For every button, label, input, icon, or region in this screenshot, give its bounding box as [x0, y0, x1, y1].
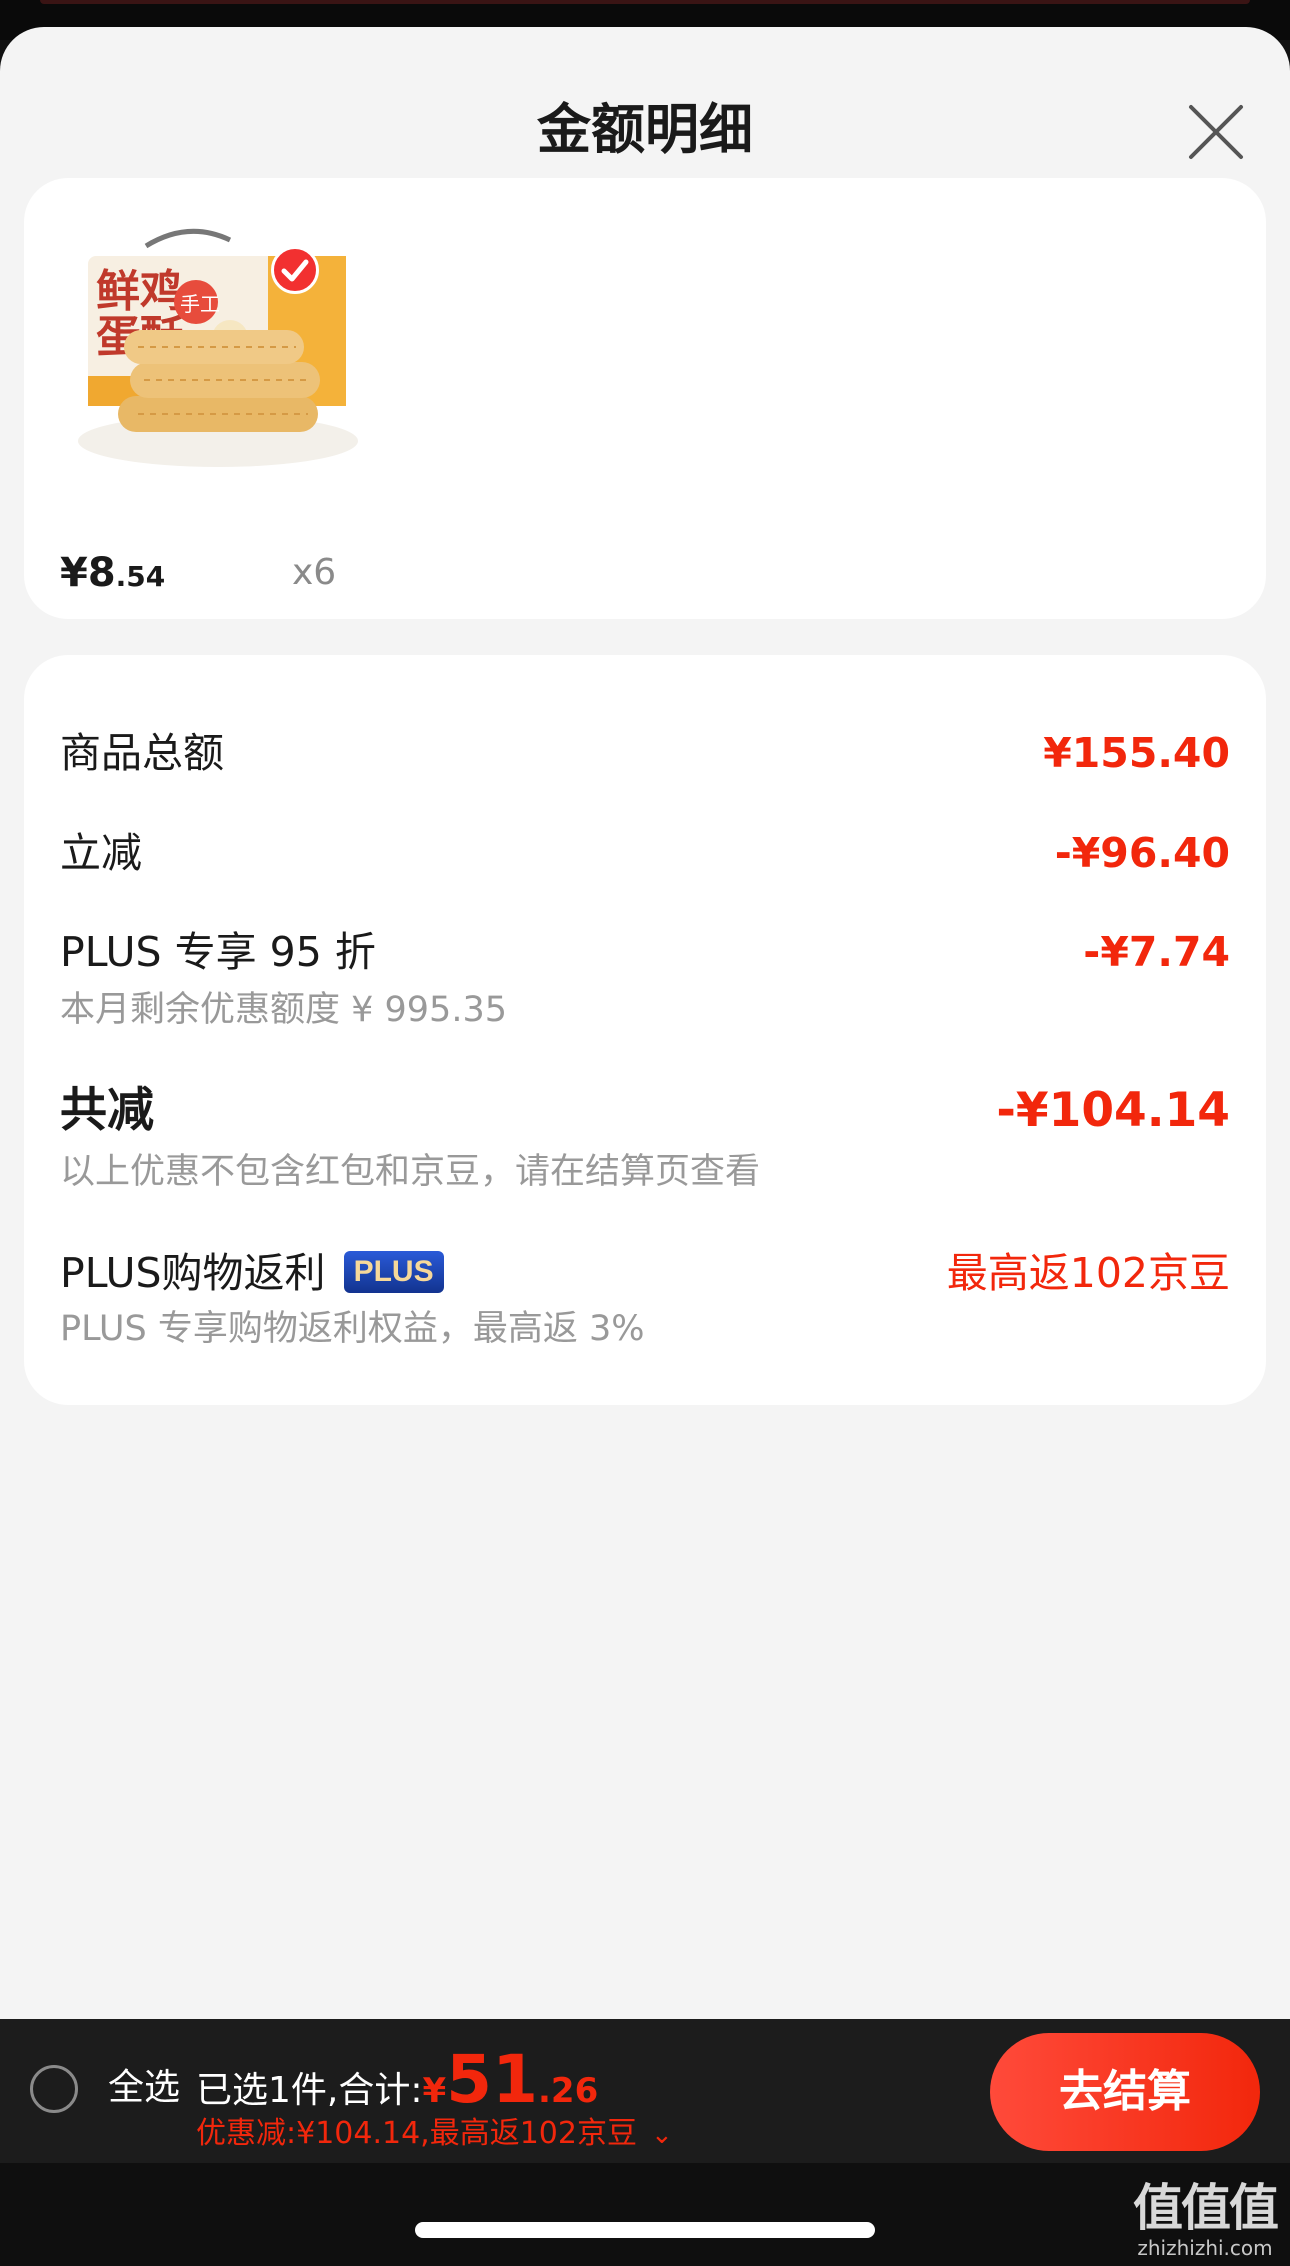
svg-text:手工: 手工 — [180, 292, 220, 316]
svg-text:鲜鸡: 鲜鸡 — [96, 266, 184, 317]
saving-summary-toggle[interactable]: 优惠减:¥104.14,最高返102京豆 ⌄ — [196, 2113, 673, 2156]
watermark-logo: 值值值 — [1133, 2179, 1279, 2237]
plus-rebate-label: PLUS购物返利 — [60, 1249, 326, 1297]
total-dec: .26 — [538, 2071, 599, 2111]
backdrop-hint-bar — [40, 0, 1250, 4]
sheet-title: 金额明细 — [537, 98, 753, 161]
close-button[interactable] — [1183, 99, 1249, 165]
checkout-bar: 全选 已选1件,合计:¥51.26 优惠减:¥104.14,最高返102京豆 ⌄ … — [0, 2019, 1290, 2163]
total-reduction-note: 以上优惠不包含红包和京豆，请在结算页查看 — [60, 1152, 761, 1192]
product-card: 鲜鸡 蛋酥 手工 ¥8.54 x6 — [24, 178, 1266, 619]
unit-price-int: ¥8 — [60, 550, 116, 596]
select-all-label[interactable]: 全选 — [108, 2063, 180, 2113]
watermark: 值值值 zhizhizhi.com — [1130, 2180, 1280, 2266]
instant-discount-value: -¥96.40 — [1054, 829, 1230, 877]
summary-prefix: 已选1件,合计: — [196, 2070, 423, 2111]
plus-rebate-value: 最高返102京豆 — [946, 1249, 1230, 1297]
goods-total-value: ¥155.40 — [1043, 729, 1230, 777]
checkmark-icon — [281, 259, 309, 282]
amount-detail-sheet: 金额明细 鲜鸡 蛋酥 手工 — [0, 27, 1290, 2019]
home-indicator — [415, 2222, 875, 2238]
amount-breakdown-card: 商品总额 ¥155.40 立减 -¥96.40 PLUS 专享 95 折 -¥7… — [24, 655, 1266, 1405]
plus-rebate-note: PLUS 专享购物返利权益，最高返 3% — [60, 1309, 645, 1349]
unit-price: ¥8.54 — [60, 548, 165, 602]
instant-discount-label: 立减 — [60, 829, 142, 877]
select-all-checkbox[interactable] — [30, 2065, 78, 2113]
close-icon — [1189, 105, 1243, 159]
plus-quota-remaining: 本月剩余优惠额度 ¥ 995.35 — [60, 990, 507, 1030]
quantity: x6 — [292, 552, 337, 593]
unit-price-cents: .54 — [115, 560, 166, 593]
total-reduction-value: -¥104.14 — [996, 1083, 1230, 1138]
selected-check-badge[interactable] — [271, 246, 319, 294]
home-indicator-area — [0, 2163, 1290, 2266]
total-reduction-label: 共减 — [60, 1083, 154, 1138]
total-int: 51 — [446, 2041, 539, 2118]
plus-rebate-label-wrap: PLUS购物返利 PLUS — [60, 1245, 444, 1301]
checkout-button[interactable]: 去结算 — [990, 2033, 1260, 2151]
chevron-down-icon: ⌄ — [650, 2120, 673, 2150]
plus-discount-value: -¥7.74 — [1083, 928, 1230, 976]
watermark-url: zhizhizhi.com — [1137, 2236, 1273, 2260]
goods-total-label: 商品总额 — [60, 729, 224, 777]
plus-badge: PLUS — [343, 1251, 444, 1293]
saving-text: 优惠减:¥104.14,最高返102京豆 — [196, 2116, 637, 2151]
plus-discount-label: PLUS 专享 95 折 — [60, 928, 376, 976]
total-yen: ¥ — [422, 2071, 447, 2111]
